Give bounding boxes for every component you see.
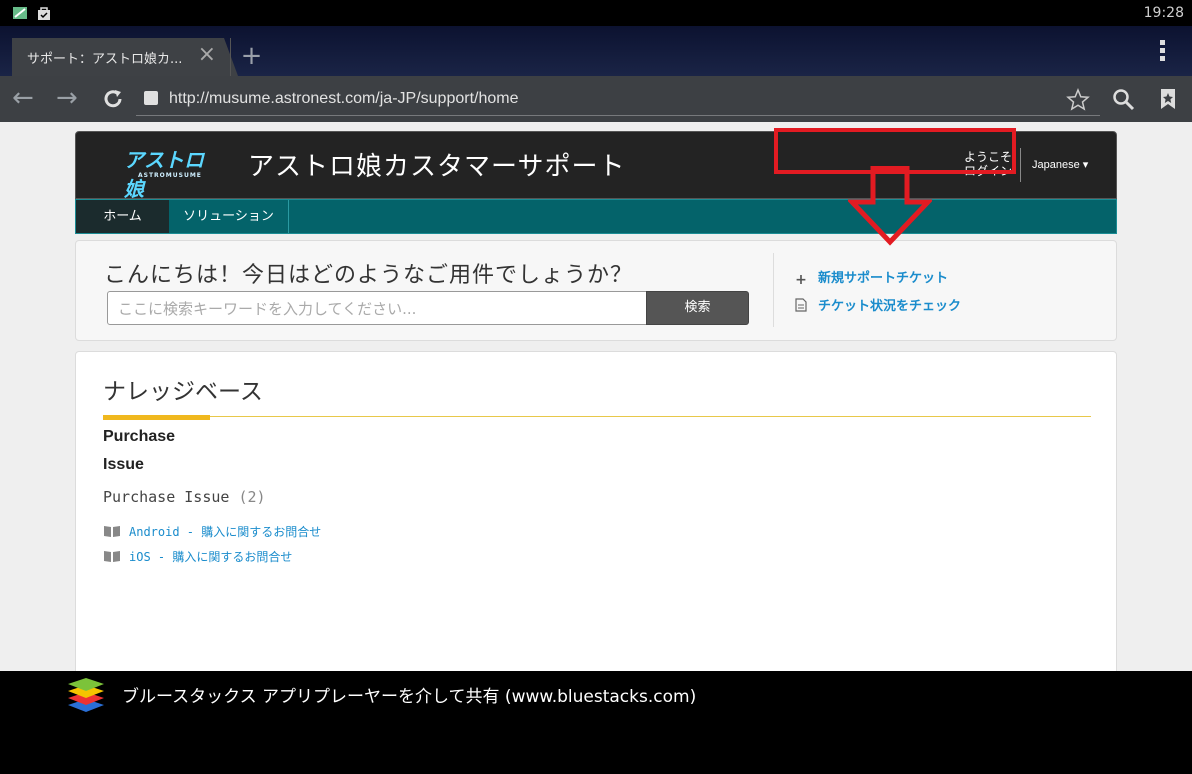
bluestacks-logo-icon xyxy=(68,678,104,712)
nav-home[interactable]: ホーム xyxy=(76,200,169,233)
share-text: ブルースタックス アプリプレーヤーを介して共有 (www.bluestacks.… xyxy=(122,687,697,707)
document-icon xyxy=(795,298,807,312)
kb-category-line1[interactable]: Purchase xyxy=(103,428,175,446)
annotation-down-arrow-icon xyxy=(848,166,932,246)
kb-category-line2[interactable]: Issue xyxy=(103,456,144,474)
kb-divider-accent xyxy=(103,415,210,420)
header-divider xyxy=(1020,148,1021,182)
site-nav: ホーム ソリューション xyxy=(75,199,1117,234)
language-dropdown[interactable]: Japanese ▾ xyxy=(1032,158,1088,171)
check-ticket-link[interactable]: チケット状況をチェック xyxy=(794,295,961,314)
address-field[interactable]: http://musume.astronest.com/ja-JP/suppor… xyxy=(136,82,1100,116)
nav-solutions[interactable]: ソリューション xyxy=(169,200,289,233)
plus-icon: + xyxy=(795,272,807,288)
kb-article-link[interactable]: iOS - 購入に関するお問合せ xyxy=(103,548,292,565)
kb-article-link[interactable]: Android - 購入に関するお問合せ xyxy=(103,523,321,540)
kb-divider xyxy=(103,416,1091,417)
url-bar: ← → http://musume.astronest.com/ja-JP/su… xyxy=(0,76,1192,122)
menu-icon[interactable] xyxy=(1160,40,1166,64)
forward-icon[interactable]: → xyxy=(56,84,78,112)
clock: 19:28 xyxy=(1143,5,1184,21)
search-icon[interactable] xyxy=(1112,88,1136,112)
web-page: アストロ娘 ASTROMUSUME アストロ娘カスタマーサポート ようこそ ログ… xyxy=(0,122,1192,671)
search-panel: こんにちは！今日はどのようなご用件でしょうか？ ここに検索キーワードを入力してく… xyxy=(75,240,1117,341)
site-title: アストロ娘カスタマーサポート xyxy=(248,152,626,182)
new-tab-button[interactable]: + xyxy=(230,38,272,76)
kb-subcategory-count: (2) xyxy=(238,488,266,506)
status-bar: 19:28 xyxy=(0,0,1192,26)
book-icon xyxy=(104,551,120,562)
browser-tab[interactable]: サポート：アストロ娘カ... × xyxy=(12,38,224,76)
app-notification-icon xyxy=(13,7,27,19)
site-logo[interactable]: アストロ娘 ASTROMUSUME xyxy=(124,144,204,201)
shopping-bag-icon xyxy=(38,7,50,20)
tab-strip: サポート：アストロ娘カ... × + xyxy=(0,26,1192,76)
panel-divider xyxy=(773,253,774,327)
bookmark-star-icon[interactable] xyxy=(1066,88,1090,112)
knowledge-base-panel: ナレッジベース Purchase Issue Purchase Issue (2… xyxy=(75,351,1117,671)
bluestacks-footer: ブルースタックス アプリプレーヤーを介して共有 (www.bluestacks.… xyxy=(0,671,1192,774)
close-tab-icon[interactable]: × xyxy=(198,44,216,66)
bookmarks-icon[interactable] xyxy=(1158,88,1178,110)
greeting-heading: こんにちは！今日はどのようなご用件でしょうか？ xyxy=(104,263,634,288)
new-ticket-link[interactable]: + 新規サポートチケット xyxy=(794,267,948,287)
reload-icon[interactable] xyxy=(102,88,124,110)
back-icon[interactable]: ← xyxy=(12,84,34,112)
url-text: http://musume.astronest.com/ja-JP/suppor… xyxy=(169,90,519,107)
site-security-icon xyxy=(144,91,158,105)
knowledge-base-title: ナレッジベース xyxy=(103,379,263,405)
search-button[interactable]: 検索 xyxy=(646,291,749,325)
tab-title: サポート：アストロ娘カ... xyxy=(27,52,183,67)
search-input[interactable]: ここに検索キーワードを入力してください... xyxy=(107,291,647,325)
kb-subcategory[interactable]: Purchase Issue (2) xyxy=(103,488,266,506)
annotation-highlight-box xyxy=(774,128,1016,174)
book-icon xyxy=(104,526,120,537)
